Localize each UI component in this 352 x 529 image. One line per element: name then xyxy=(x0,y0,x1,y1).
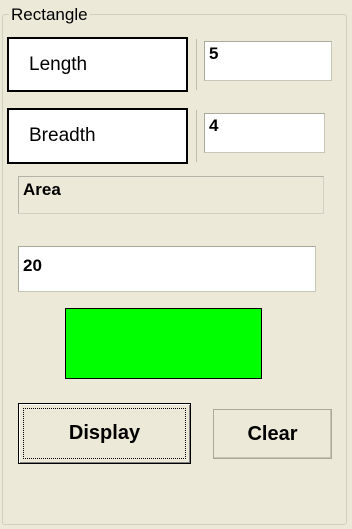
group-title: Rectangle xyxy=(9,5,90,24)
length-label-edge xyxy=(187,39,197,90)
length-label: Length xyxy=(29,53,88,75)
breadth-input[interactable]: 4 xyxy=(204,113,325,153)
focus-rectangle xyxy=(23,408,186,459)
length-label-box: Length xyxy=(7,37,197,92)
area-output[interactable]: 20 xyxy=(18,246,316,292)
breadth-label-box: Breadth xyxy=(7,108,197,164)
clear-button-label: Clear xyxy=(247,422,298,445)
area-label: Area xyxy=(18,176,324,214)
breadth-label: Breadth xyxy=(29,125,96,146)
clear-button[interactable]: Clear xyxy=(213,409,332,459)
display-button[interactable]: Display xyxy=(18,403,191,464)
length-input[interactable]: 5 xyxy=(204,41,332,81)
breadth-label-edge xyxy=(187,110,197,162)
color-indicator-panel xyxy=(65,308,262,379)
